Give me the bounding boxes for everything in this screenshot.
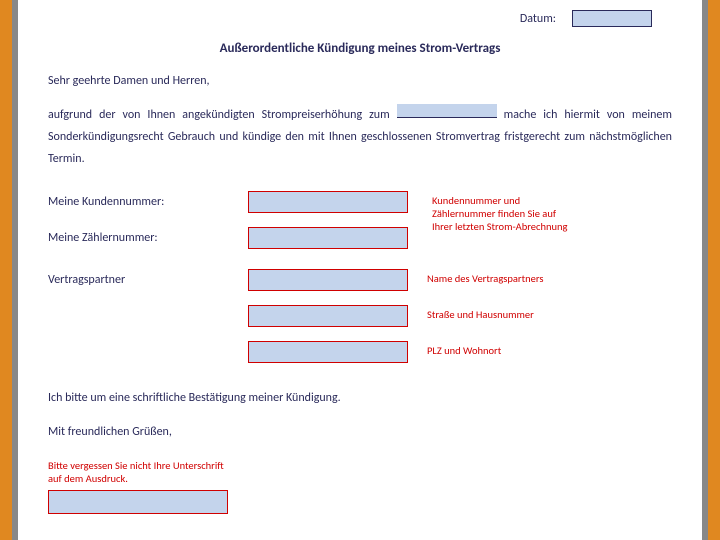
zaehlernummer-row: Meine Zählernummer: [48,227,672,253]
vertragspartner-row: Vertragspartner Name des Vertragspartner… [48,269,672,295]
body-part1: aufgrund der von Ihnen angekündigten Str… [48,108,397,122]
kundennummer-label: Meine Kundennummer: [48,191,248,209]
date-field[interactable] [572,10,652,27]
document-page: Datum: Außerordentliche Kündigung meines… [12,0,708,540]
strasse-hint: Straße und Hausnummer [413,305,672,321]
vertragspartner-name-hint: Name des Vertragspartners [413,269,672,285]
strasse-row: Straße und Hausnummer [48,305,672,331]
vertragspartner-label: Vertragspartner [48,269,248,287]
date-row: Datum: [48,0,672,27]
zaehlernummer-label: Meine Zählernummer: [48,227,248,245]
kundennummer-row: Meine Kundennummer: Kundennummer und Zäh… [48,191,672,217]
price-increase-date-field[interactable] [397,104,497,118]
plz-hint: PLZ und Wohnort [413,341,672,357]
kundennummer-field[interactable] [248,191,408,213]
signature-hint: Bitte vergessen Sie nicht Ihre Unterschr… [48,459,228,486]
vertragspartner-name-field[interactable] [248,269,408,291]
strasse-field[interactable] [248,305,408,327]
signature-field[interactable] [48,490,228,514]
kunden-zaehler-hint: Kundennummer und Zählernummer finden Sie… [418,191,568,233]
content-area: Datum: Außerordentliche Kündigung meines… [18,0,702,514]
document-title: Außerordentliche Kündigung meines Strom-… [48,41,672,56]
plz-field[interactable] [248,341,408,363]
body-paragraph: aufgrund der von Ihnen angekündigten Str… [48,104,672,171]
plz-row: PLZ und Wohnort [48,341,672,367]
zaehlernummer-field[interactable] [248,227,408,249]
closing-text: Mit freundlichen Grüßen, [48,425,672,439]
salutation: Sehr geehrte Damen und Herren, [48,74,672,88]
date-label: Datum: [520,12,556,26]
confirmation-text: Ich bitte um eine schriftliche Bestätigu… [48,391,672,405]
